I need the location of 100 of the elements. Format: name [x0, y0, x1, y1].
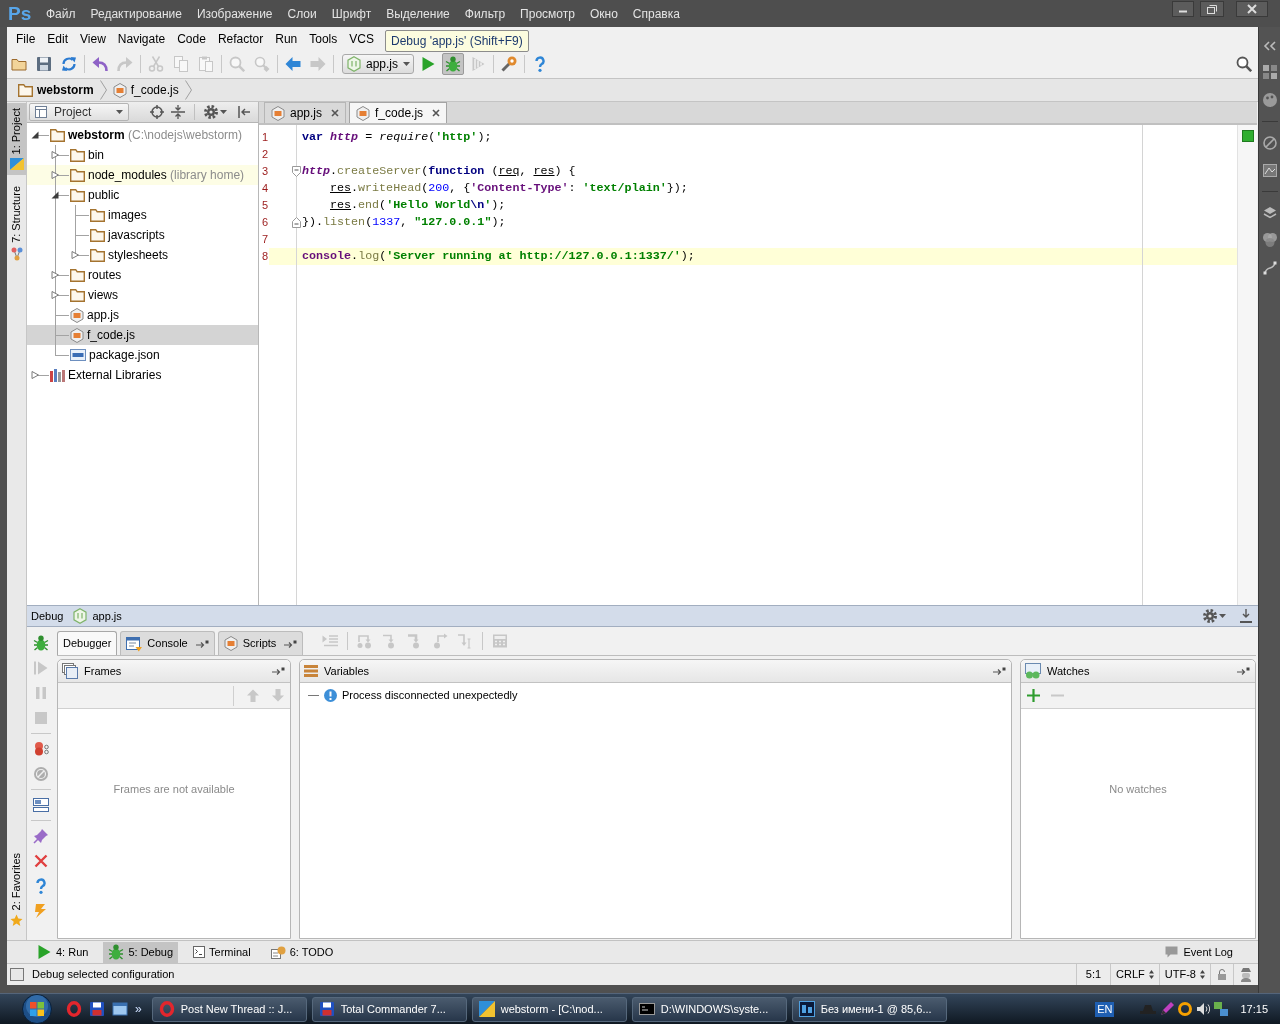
breadcrumb[interactable]: f_code.js: [110, 81, 181, 99]
tool-window-tab[interactable]: 2: Favorites: [7, 847, 26, 932]
taskbar-button[interactable]: Total Commander 7...: [311, 996, 467, 1022]
folder-icon[interactable]: [11, 56, 27, 72]
ring-icon[interactable]: [66, 1001, 82, 1017]
selected-row[interactable]: f_code.js: [27, 325, 258, 345]
add-icon[interactable]: [1027, 689, 1040, 702]
taskbar-button[interactable]: Post New Thread :: J...: [151, 996, 307, 1022]
language-indicator[interactable]: EN: [1095, 1001, 1115, 1017]
circle-slash-icon[interactable]: [1262, 136, 1277, 150]
fold-marker-icon[interactable]: [292, 166, 301, 177]
library-row[interactable]: node_modules (library home): [27, 165, 258, 185]
settings-icon[interactable]: [204, 105, 218, 119]
tree-item[interactable]: package.json: [89, 346, 160, 364]
palette-icon[interactable]: [1262, 93, 1277, 107]
minimize-icon[interactable]: [1172, 1, 1194, 17]
arrow-dot-icon[interactable]: [195, 639, 209, 648]
expanded-triangle-icon[interactable]: [31, 131, 39, 139]
tree-item[interactable]: public: [88, 186, 120, 204]
menu-item[interactable]: VCS: [343, 29, 380, 48]
hide-icon[interactable]: [238, 106, 250, 118]
crosshair-icon[interactable]: [150, 105, 164, 119]
menu-item[interactable]: Navigate: [111, 29, 172, 48]
event-log-button[interactable]: Event Log: [1165, 941, 1233, 963]
close-icon[interactable]: [1236, 1, 1268, 17]
collapse-all-icon[interactable]: [171, 105, 185, 119]
double-chevron-icon[interactable]: [1262, 41, 1277, 51]
close-icon[interactable]: [33, 853, 49, 869]
editor-tab[interactable]: app.js: [264, 102, 347, 123]
bug-icon[interactable]: [33, 635, 49, 651]
tool-window-tab[interactable]: Terminal: [188, 941, 256, 963]
menu-item[interactable]: Шрифт: [331, 4, 372, 23]
close-icon[interactable]: [331, 109, 340, 117]
search-icon[interactable]: [1236, 56, 1252, 72]
minimize-panel-icon[interactable]: [1240, 609, 1252, 623]
layers-icon[interactable]: [1262, 206, 1277, 219]
debug-tab[interactable]: Console: [120, 631, 215, 655]
view-selector[interactable]: Project: [29, 103, 129, 121]
tree-item[interactable]: javascripts: [108, 226, 165, 244]
menu-item[interactable]: Окно: [589, 4, 618, 23]
figure-icon[interactable]: [1239, 967, 1253, 982]
editor-tab[interactable]: f_code.js: [349, 102, 448, 123]
breadcrumb[interactable]: webstorm: [16, 81, 96, 99]
menu-item[interactable]: View: [74, 29, 112, 48]
debug-tab[interactable]: Scripts: [217, 631, 304, 655]
caret-position[interactable]: 5:1: [1075, 964, 1111, 985]
collapsed-triangle-icon[interactable]: [51, 171, 59, 179]
debug-tab[interactable]: Debugger: [57, 631, 118, 655]
fold-marker-icon[interactable]: [292, 217, 301, 228]
menu-item[interactable]: Фильтр: [464, 4, 506, 23]
taskbar-button[interactable]: Без имени-1 @ 85,6...: [791, 996, 947, 1022]
menu-item[interactable]: Редактирование: [90, 4, 182, 23]
lock-icon[interactable]: [1217, 969, 1227, 980]
taskbar-button[interactable]: webstorm - [C:\nod...: [471, 996, 627, 1022]
menu-item[interactable]: Run: [269, 29, 304, 48]
breakpoints-icon[interactable]: [33, 741, 49, 757]
ring-icon[interactable]: [1178, 1002, 1193, 1016]
help-icon[interactable]: [532, 56, 548, 72]
help-icon[interactable]: [33, 878, 49, 894]
path-icon[interactable]: [1262, 261, 1277, 275]
menu-item[interactable]: Tools: [303, 29, 344, 48]
speaker-icon[interactable]: [1196, 1002, 1211, 1016]
menu-item[interactable]: Просмотр: [520, 4, 575, 23]
tree-item[interactable]: External Libraries: [68, 366, 162, 384]
arrow-dot-icon[interactable]: [993, 667, 1006, 675]
tool-window-tab[interactable]: 6: TODO: [265, 941, 339, 963]
network-icon[interactable]: [1214, 1002, 1229, 1016]
arrow-dot-icon[interactable]: [1237, 667, 1250, 675]
channels-icon[interactable]: [1262, 233, 1277, 247]
collapsed-triangle-icon[interactable]: [51, 271, 59, 279]
caret-icon[interactable]: [220, 110, 227, 114]
tool-window-tab[interactable]: 7: Structure: [7, 181, 26, 267]
sync-icon[interactable]: [61, 56, 77, 72]
tree-item[interactable]: bin: [88, 146, 104, 164]
tool-window-tab[interactable]: 1: Project: [7, 103, 26, 176]
run-configuration-dropdown[interactable]: app.js: [342, 54, 414, 74]
close-icon[interactable]: [432, 109, 441, 117]
menu-item[interactable]: Изображение: [196, 4, 273, 23]
swatches-icon[interactable]: [1262, 65, 1277, 79]
encoding-selector[interactable]: UTF-8: [1164, 966, 1196, 983]
collapsed-triangle-icon[interactable]: [31, 371, 39, 379]
menu-item[interactable]: File: [10, 29, 42, 48]
collapsed-triangle-icon[interactable]: [51, 151, 59, 159]
tree-item[interactable]: node_modules (library home): [88, 166, 245, 184]
caret-icon[interactable]: [1219, 614, 1226, 618]
menu-item[interactable]: Справка: [632, 4, 680, 23]
window-icon[interactable]: [112, 1001, 128, 1017]
tree-item[interactable]: images: [108, 206, 147, 224]
tree-item[interactable]: webstorm (C:\nodejs\webstorm): [68, 126, 243, 144]
circle-slash-icon[interactable]: [33, 766, 49, 782]
restore-icon[interactable]: [1200, 1, 1224, 17]
menu-item[interactable]: Слои: [287, 4, 317, 23]
adjustment-icon[interactable]: [1262, 164, 1277, 177]
settings-icon[interactable]: [1203, 609, 1217, 623]
expanded-triangle-icon[interactable]: [51, 191, 59, 199]
undo-icon[interactable]: [92, 56, 108, 72]
arrow-dot-icon[interactable]: [284, 639, 298, 648]
menu-item[interactable]: Refactor: [211, 29, 270, 48]
tree-item[interactable]: f_code.js: [87, 326, 136, 344]
tree-item[interactable]: views: [88, 286, 118, 304]
